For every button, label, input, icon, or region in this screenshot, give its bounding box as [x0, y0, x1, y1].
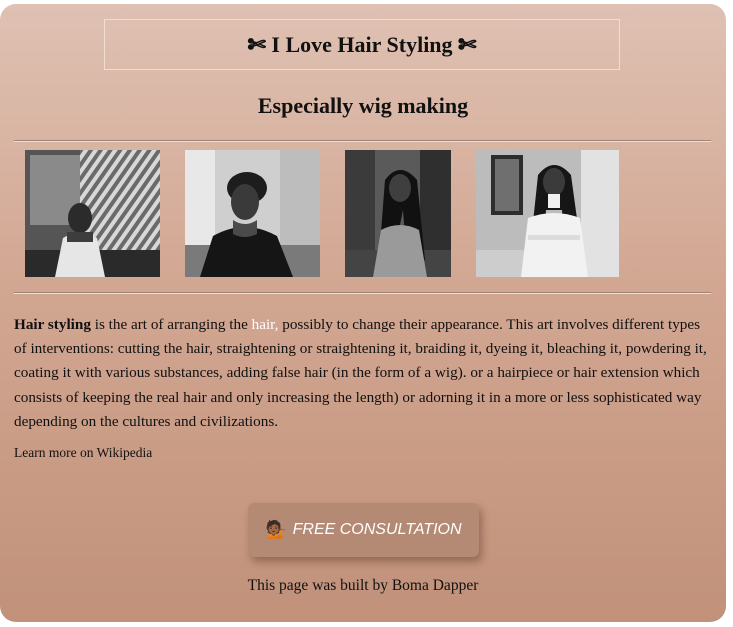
page-subtitle: Especially wig making — [257, 93, 469, 118]
footer-credit: This page was built by Boma Dapper — [247, 577, 479, 594]
gallery-image-4 — [476, 150, 619, 277]
article-term: Hair styling — [14, 316, 91, 333]
hair-link[interactable]: hair, — [252, 316, 279, 333]
gallery-image-4-art — [476, 150, 619, 277]
gallery-image-1 — [25, 150, 160, 277]
gallery-image-3 — [345, 150, 451, 277]
gallery-image-1-art — [25, 150, 160, 277]
page-card: ✄ I Love Hair Styling ✄ Especially wig m… — [0, 4, 726, 622]
article-text-before-link: is the art of arranging the — [90, 316, 252, 333]
gallery-image-2-art — [185, 150, 320, 277]
gallery-image-3-art — [345, 150, 451, 277]
gallery-image-2 — [185, 150, 320, 277]
page-title: ✄ I Love Hair Styling ✄ — [104, 19, 620, 70]
person-tipping-hand-icon: 💁🏾 — [265, 520, 287, 539]
free-consultation-button[interactable]: 💁🏾 FREE CONSULTATION — [248, 503, 479, 557]
article-paragraph: Hair styling is the art of arranging the… — [14, 313, 714, 434]
divider-top — [14, 140, 711, 142]
free-consultation-label: FREE CONSULTATION — [292, 521, 462, 538]
article-text-after-link: possibly to change their appearance. Thi… — [14, 316, 707, 430]
learn-more-wikipedia-link[interactable]: Learn more on Wikipedia — [14, 445, 152, 461]
divider-bottom — [14, 292, 711, 294]
